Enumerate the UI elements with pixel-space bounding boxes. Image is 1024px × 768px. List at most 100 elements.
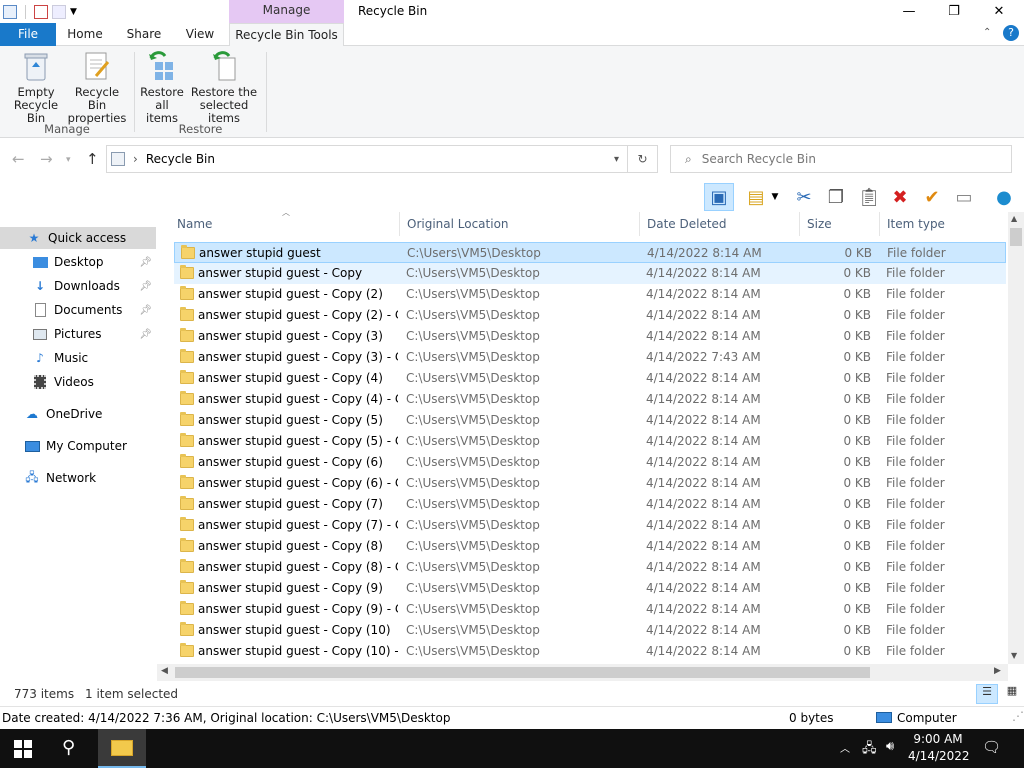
nav-quick-access[interactable]: ★ Quick access (0, 227, 156, 249)
checkmark-icon[interactable]: ✔ (918, 183, 946, 211)
pin-icon[interactable]: 📌︎ (139, 257, 152, 268)
notification-icon[interactable]: 🗨︎ (982, 738, 1001, 756)
globe-icon[interactable]: ● (990, 183, 1018, 211)
windows-start-icon[interactable] (14, 740, 32, 758)
vertical-scroll-thumb[interactable] (1010, 228, 1022, 246)
file-row[interactable]: answer stupid guest - Copy (4) - C... C:\… (174, 389, 1006, 410)
volume-icon[interactable]: 🔊︎ (886, 739, 894, 754)
file-row[interactable]: answer stupid guest - Copy (5) C:\Users\V… (174, 410, 1006, 431)
nav-my-computer[interactable]: My Computer (0, 435, 156, 457)
clock-time[interactable]: 9:00 AM (908, 732, 968, 746)
file-name: answer stupid guest - Copy (3) (198, 329, 383, 343)
pin-icon[interactable]: 📌︎ (139, 329, 152, 340)
cut-icon[interactable]: ✂ (790, 183, 818, 211)
nav-documents[interactable]: Documents 📌︎ (0, 299, 156, 321)
tab-home[interactable]: Home (60, 23, 110, 47)
tab-view[interactable]: View (178, 23, 222, 47)
file-size: 0 KB (843, 539, 871, 553)
search-box[interactable]: ⌕ Search Recycle Bin (670, 145, 1012, 173)
nav-music[interactable]: ♪ Music (0, 347, 156, 369)
recycle-bin-properties-button[interactable]: Recycle Bin properties (66, 50, 128, 125)
file-row[interactable]: answer stupid guest - Copy (10) C:\Users\… (174, 620, 1006, 641)
minimize-button[interactable]: — (886, 0, 932, 23)
breadcrumb-recycle-bin[interactable]: Recycle Bin (146, 152, 215, 166)
scroll-right-icon[interactable]: ▶ (994, 666, 1001, 676)
scroll-left-icon[interactable]: ◀ (161, 666, 168, 676)
file-row[interactable]: answer stupid guest C:\Users\VM5\Desktop 4… (174, 242, 1006, 263)
file-row[interactable]: answer stupid guest - Copy (7) - C... C:\… (174, 515, 1006, 536)
rename-icon[interactable]: ▭ (950, 183, 978, 211)
delete-icon[interactable]: ✖ (886, 183, 914, 211)
empty-recycle-bin-button[interactable]: Empty Recycle Bin (6, 50, 66, 125)
restore-all-items-button[interactable]: Restore all items (138, 50, 186, 125)
scroll-up-icon[interactable]: ▲ (1011, 214, 1017, 223)
file-row[interactable]: answer stupid guest - Copy (4) C:\Users\V… (174, 368, 1006, 389)
recycle-bin-small-icon[interactable] (3, 4, 17, 19)
taskbar-search-icon[interactable]: ⚲ (62, 737, 75, 758)
help-icon[interactable]: ? (1003, 25, 1019, 41)
address-dropdown-icon[interactable]: ▾ (614, 154, 619, 165)
ribbon-collapse-icon[interactable]: ⌃ (983, 27, 991, 38)
file-row[interactable]: answer stupid guest - Copy (3) - C... C:\… (174, 347, 1006, 368)
copy-icon[interactable]: ❐ (822, 183, 850, 211)
up-arrow-icon[interactable]: ↑ (86, 150, 99, 168)
file-size: 0 KB (843, 434, 871, 448)
file-row[interactable]: answer stupid guest - Copy (10) - ... C:\… (174, 641, 1006, 662)
column-header-date-deleted[interactable]: Date Deleted (640, 212, 800, 236)
column-header-item-type[interactable]: Item type (880, 212, 1008, 236)
column-header-original-location[interactable]: Original Location (400, 212, 640, 236)
nav-network[interactable]: 🖧︎ Network (0, 467, 156, 489)
scroll-down-icon[interactable]: ▼ (1011, 651, 1017, 660)
close-button[interactable]: ✕ (976, 0, 1022, 23)
nav-onedrive[interactable]: ☁ OneDrive (0, 403, 156, 425)
refresh-icon[interactable]: ↻ (628, 145, 658, 173)
file-row[interactable]: answer stupid guest - Copy (6) - C... C:\… (174, 473, 1006, 494)
file-row[interactable]: answer stupid guest - Copy (8) C:\Users\V… (174, 536, 1006, 557)
new-folder-dropdown-icon[interactable]: ▼ (768, 183, 782, 211)
qat-dropdown-icon[interactable]: ▼ (70, 7, 77, 17)
resize-grip-icon[interactable]: ⋰ (1012, 709, 1024, 723)
column-header-size[interactable]: Size (800, 212, 880, 236)
details-view-icon[interactable]: ☰ (976, 684, 998, 704)
network-tray-icon[interactable]: 🖧︎ (862, 739, 877, 761)
file-row[interactable]: answer stupid guest - Copy (9) C:\Users\V… (174, 578, 1006, 599)
column-header-name[interactable]: Name (170, 212, 400, 236)
nav-desktop[interactable]: Desktop 📌︎ (0, 251, 156, 273)
clock-date[interactable]: 4/14/2022 (908, 749, 970, 763)
back-arrow-icon[interactable]: ← (12, 150, 25, 168)
pin-icon[interactable]: 📌︎ (139, 281, 152, 292)
tab-recycle-bin-tools[interactable]: Recycle Bin Tools (229, 23, 344, 47)
address-bar[interactable]: › Recycle Bin ▾ (106, 145, 628, 173)
file-row[interactable]: answer stupid guest - Copy (7) C:\Users\V… (174, 494, 1006, 515)
tray-chevron-icon[interactable]: ︿ (840, 740, 850, 755)
file-row[interactable]: answer stupid guest - Copy (2) C:\Users\V… (174, 284, 1006, 305)
file-date-deleted: 4/14/2022 7:43 AM (646, 350, 761, 364)
paste-icon[interactable]: 📋︎ (855, 183, 883, 211)
file-item-type: File folder (886, 392, 945, 406)
file-row[interactable]: answer stupid guest - Copy (9) - C... C:\… (174, 599, 1006, 620)
restore-selected-items-button[interactable]: Restore the selected items (186, 50, 262, 125)
file-row[interactable]: answer stupid guest - Copy (2) - C... C:\… (174, 305, 1006, 326)
large-icons-view-icon[interactable]: ▦ (1002, 684, 1022, 704)
nav-videos[interactable]: Videos (0, 371, 156, 393)
maximize-button[interactable]: ❐ (931, 0, 977, 23)
file-explorer-taskbar-button[interactable] (98, 729, 146, 768)
recent-locations-chevron-icon[interactable]: ▾ (66, 155, 71, 165)
file-row[interactable]: answer stupid guest - Copy (5) - C... C:\… (174, 431, 1006, 452)
file-row[interactable]: answer stupid guest - Copy (8) - C... C:\… (174, 557, 1006, 578)
new-folder-icon[interactable]: ▤ (742, 183, 770, 211)
properties-check-icon[interactable] (34, 4, 48, 19)
preview-pane-icon[interactable]: ▣ (704, 183, 734, 211)
file-row[interactable]: answer stupid guest - Copy (3) C:\Users\V… (174, 326, 1006, 347)
nav-pictures[interactable]: Pictures 📌︎ (0, 323, 156, 345)
horizontal-scroll-thumb[interactable] (175, 667, 870, 678)
tab-file[interactable]: File (0, 23, 56, 47)
vertical-scrollbar[interactable] (1008, 212, 1024, 664)
file-row[interactable]: answer stupid guest - Copy C:\Users\VM5\D… (174, 263, 1006, 284)
new-folder-small-icon[interactable] (52, 4, 66, 19)
tab-share[interactable]: Share (118, 23, 170, 47)
pin-icon[interactable]: 📌︎ (139, 305, 152, 316)
forward-arrow-icon[interactable]: → (40, 150, 53, 168)
nav-downloads[interactable]: ↓ Downloads 📌︎ (0, 275, 156, 297)
file-row[interactable]: answer stupid guest - Copy (6) C:\Users\V… (174, 452, 1006, 473)
